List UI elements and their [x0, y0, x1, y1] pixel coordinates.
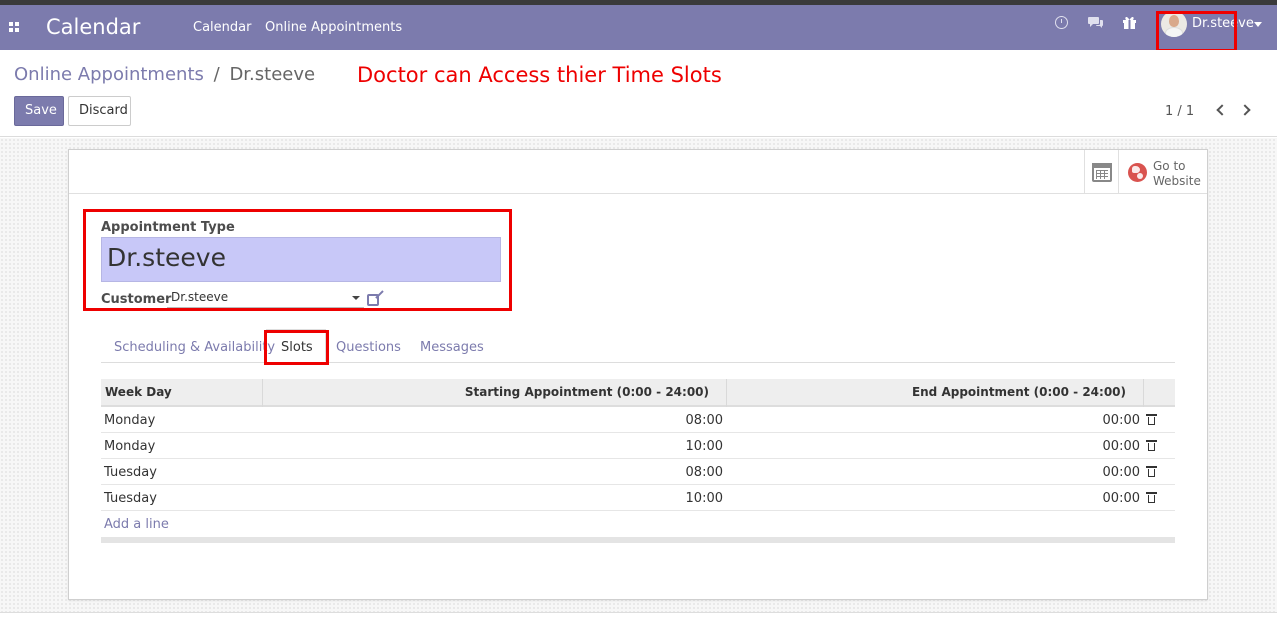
chevron-down-icon — [1254, 22, 1262, 27]
discard-button[interactable]: Discard — [68, 96, 131, 126]
cell-end: 00:00 — [1102, 413, 1140, 428]
save-button[interactable]: Save — [14, 96, 64, 126]
column-end-appointment[interactable]: End Appointment (0:00 - 24:00) — [912, 385, 1126, 399]
activity-clock-icon[interactable] — [1055, 16, 1068, 29]
table-row[interactable]: Tuesday 08:00 00:00 — [101, 459, 1175, 485]
highlight-box-user — [1156, 11, 1237, 52]
control-panel: Online Appointments / Dr.steeve Doctor c… — [0, 50, 1277, 137]
calendar-icon — [1092, 163, 1112, 182]
breadcrumb: Online Appointments / Dr.steeve — [14, 64, 315, 85]
chevron-left-icon — [1216, 104, 1228, 116]
globe-icon — [1128, 163, 1147, 182]
tab-messages[interactable]: Messages — [420, 340, 484, 355]
apps-menu-icon[interactable] — [9, 22, 20, 33]
table-footer — [101, 537, 1175, 543]
cell-week-day: Tuesday — [104, 465, 157, 480]
chat-icon[interactable] — [1088, 15, 1104, 29]
trash-icon[interactable] — [1146, 440, 1157, 451]
trash-icon[interactable] — [1146, 466, 1157, 477]
go-to-website-line1: Go to — [1153, 159, 1186, 173]
pager-previous-button[interactable] — [1214, 102, 1228, 120]
breadcrumb-current: Dr.steeve — [229, 64, 316, 85]
column-week-day[interactable]: Week Day — [105, 385, 172, 399]
menu-item-calendar[interactable]: Calendar — [193, 20, 251, 35]
calendar-smart-button[interactable] — [1084, 150, 1118, 193]
column-starting-appointment[interactable]: Starting Appointment (0:00 - 24:00) — [465, 385, 709, 399]
annotation-text: Doctor can Access thier Time Slots — [357, 63, 722, 87]
slots-table: Week Day Starting Appointment (0:00 - 24… — [101, 379, 1175, 543]
cell-week-day: Monday — [104, 413, 156, 428]
table-row[interactable]: Monday 10:00 00:00 — [101, 433, 1175, 459]
highlight-box-appointment — [83, 209, 512, 311]
button-box: Go to Website — [69, 150, 1207, 194]
cell-week-day: Monday — [104, 439, 156, 454]
add-line-row: Add a line — [101, 511, 1175, 537]
table-header: Week Day Starting Appointment (0:00 - 24… — [101, 379, 1175, 407]
tab-questions[interactable]: Questions — [336, 340, 401, 355]
table-row[interactable]: Monday 08:00 00:00 — [101, 407, 1175, 433]
cell-start: 10:00 — [685, 439, 723, 454]
cell-end: 00:00 — [1102, 465, 1140, 480]
go-to-website-line2: Website — [1153, 174, 1201, 188]
trash-icon[interactable] — [1146, 414, 1157, 425]
go-to-website-button[interactable]: Go to Website — [1118, 150, 1207, 193]
form-sheet: Go to Website Appointment Type Dr.steeve… — [68, 149, 1208, 600]
top-navbar: Calendar Calendar Online Appointments Dr… — [0, 5, 1277, 50]
cell-week-day: Tuesday — [104, 491, 157, 506]
pager-next-button[interactable] — [1239, 102, 1254, 120]
gift-icon[interactable] — [1122, 15, 1137, 30]
notebook-tabs: Scheduling & Availability Slots Question… — [101, 329, 1175, 363]
add-line-link[interactable]: Add a line — [104, 517, 169, 532]
chevron-right-icon — [1239, 104, 1251, 116]
cell-end: 00:00 — [1102, 439, 1140, 454]
menu-item-online-appointments[interactable]: Online Appointments — [265, 20, 402, 35]
highlight-box-slots-tab — [264, 330, 329, 365]
go-to-website-label: Go to Website — [1153, 159, 1201, 189]
breadcrumb-separator: / — [213, 64, 220, 85]
page-bottom — [0, 612, 1277, 634]
trash-icon[interactable] — [1146, 492, 1157, 503]
breadcrumb-parent[interactable]: Online Appointments — [14, 64, 204, 85]
app-title: Calendar — [46, 15, 141, 39]
pager-value: 1 / 1 — [1165, 104, 1195, 119]
tab-scheduling-availability[interactable]: Scheduling & Availability — [114, 340, 275, 355]
cell-start: 08:00 — [685, 413, 723, 428]
cell-start: 10:00 — [685, 491, 723, 506]
cell-end: 00:00 — [1102, 491, 1140, 506]
cell-start: 08:00 — [685, 465, 723, 480]
table-row[interactable]: Tuesday 10:00 00:00 — [101, 485, 1175, 511]
